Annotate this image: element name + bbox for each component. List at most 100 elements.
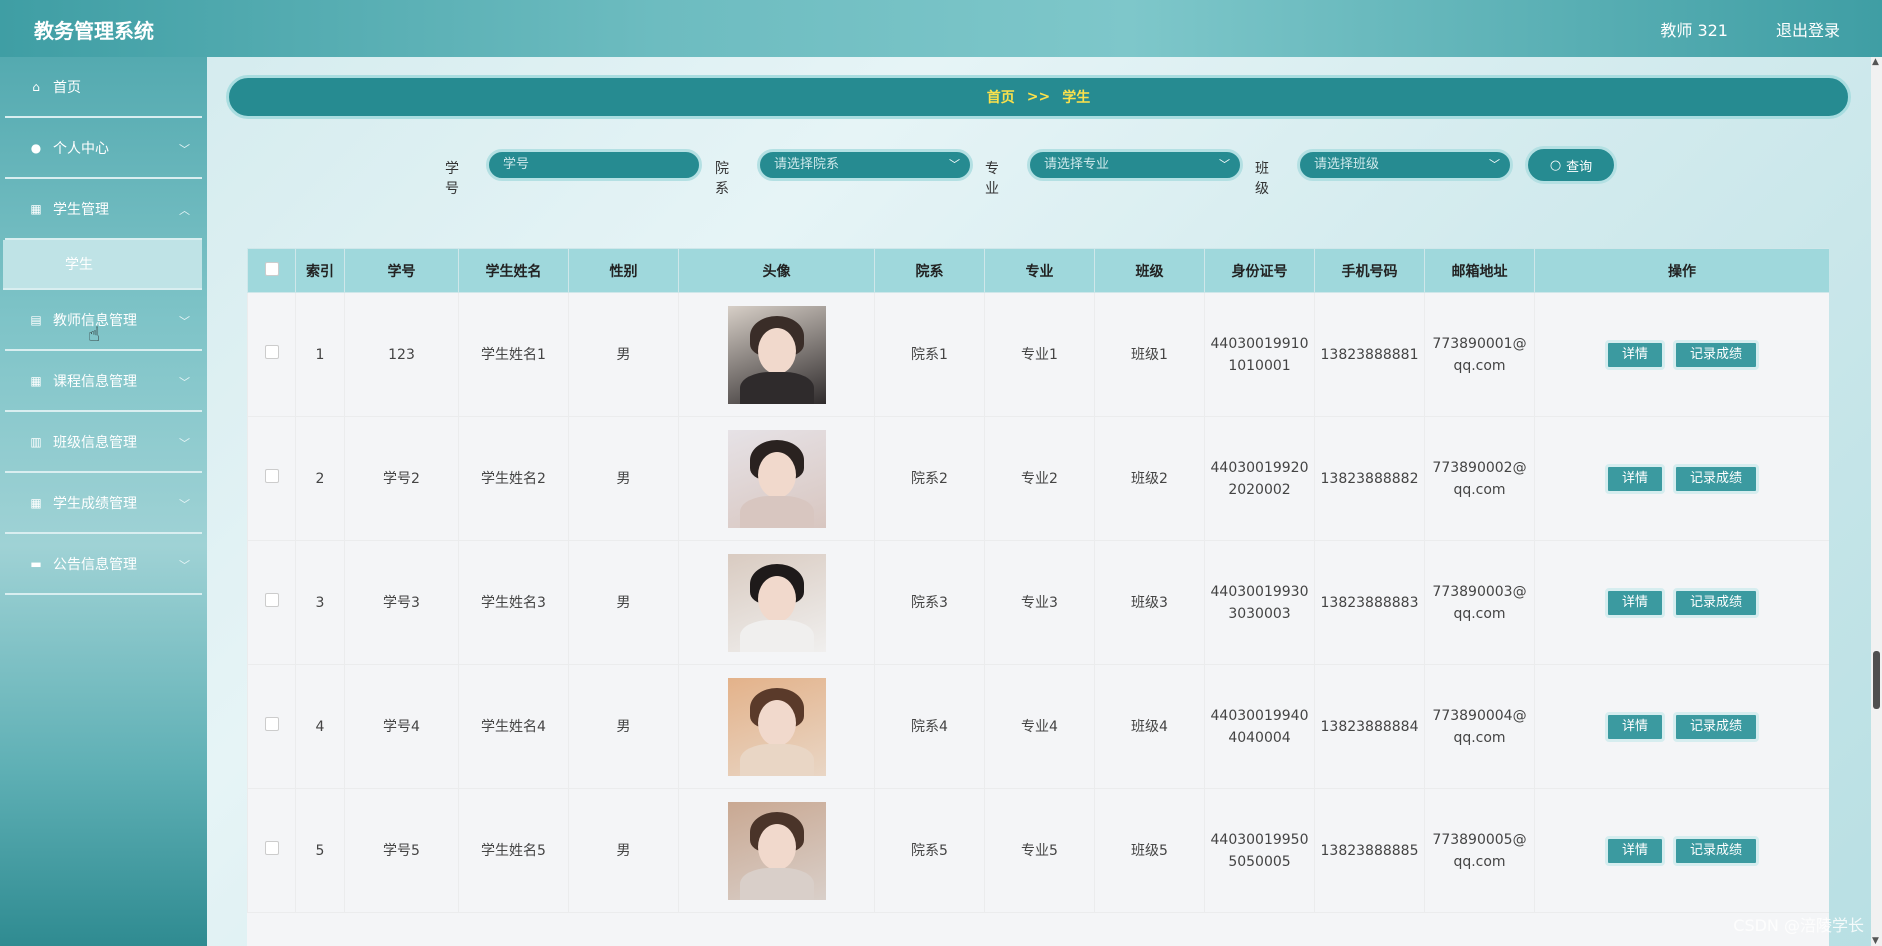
id-card-line2: 5050005 <box>1228 853 1291 870</box>
sidebar-item-announcements[interactable]: ▬ 公告信息管理 ﹀ <box>5 534 202 595</box>
header-actions: 操作 <box>1534 248 1829 293</box>
table-header-row: 索引 学号 学生姓名 性别 头像 院系 专业 班级 身份证号 手机号码 邮箱地址… <box>247 248 1829 293</box>
cell-gender: 男 <box>568 788 679 913</box>
grid-icon: ▦ <box>30 495 42 510</box>
sidebar-item-home[interactable]: ⌂ 首页 <box>5 57 202 118</box>
table-row: 3 学号3 学生姓名3 男 院系3 专业3 班级3 44030019930 3030003 138… <box>247 540 1829 665</box>
id-card-line2: 2020002 <box>1228 481 1291 498</box>
header-index: 索引 <box>295 248 345 293</box>
cell-class: 班级2 <box>1094 416 1205 541</box>
class-select-placeholder: 请选择班级 <box>1314 157 1380 172</box>
record-grade-button[interactable]: 记录成绩 <box>1673 463 1760 494</box>
dept-select[interactable]: 请选择院系 ﹀ <box>757 149 973 181</box>
email-line2: qq.com <box>1453 729 1506 746</box>
chevron-down-icon: ﹀ <box>1489 158 1500 171</box>
student-table: 索引 学号 学生姓名 性别 头像 院系 专业 班级 身份证号 手机号码 邮箱地址… <box>247 248 1829 946</box>
detail-button[interactable]: 详情 <box>1604 463 1665 494</box>
detail-button[interactable]: 详情 <box>1604 587 1665 618</box>
cell-student-name: 学生姓名4 <box>458 664 569 789</box>
sidebar-item-course-info[interactable]: ▦ 课程信息管理 ﹀ <box>5 351 202 412</box>
student-no-input[interactable]: 学号 <box>486 149 702 181</box>
id-card-line1: 44030019930 <box>1210 583 1309 600</box>
scroll-up-icon[interactable]: ▲ <box>1872 57 1879 67</box>
row-checkbox[interactable] <box>264 344 279 359</box>
row-select-cell[interactable] <box>247 416 296 541</box>
scrollbar-thumb[interactable] <box>1873 651 1880 709</box>
row-select-cell[interactable] <box>247 292 296 417</box>
cell-id-card: 44030019930 3030003 <box>1204 540 1315 665</box>
cell-actions: 详情 记录成绩 <box>1534 292 1829 417</box>
sidebar-item-label: 学生成绩管理 <box>53 495 137 512</box>
sidebar-item-personal-center[interactable]: ● 个人中心 ﹀ <box>5 118 202 179</box>
cell-gender: 男 <box>568 416 679 541</box>
cell-phone: 13823888884 <box>1314 664 1425 789</box>
row-select-cell[interactable] <box>247 664 296 789</box>
cell-student-no: 学号4 <box>344 664 459 789</box>
chevron-down-icon: ﹀ <box>179 376 190 389</box>
email-line1: 773890001@ <box>1432 335 1527 352</box>
page-scrollbar[interactable]: ▲ ▼ <box>1871 57 1882 946</box>
cell-id-card: 44030019920 2020002 <box>1204 416 1315 541</box>
header-email: 邮箱地址 <box>1424 248 1535 293</box>
row-select-cell[interactable] <box>247 788 296 913</box>
cell-index: 5 <box>295 788 345 913</box>
header-phone: 手机号码 <box>1314 248 1425 293</box>
class-select[interactable]: 请选择班级 ﹀ <box>1297 149 1513 181</box>
row-checkbox[interactable] <box>264 840 279 855</box>
chevron-up-icon: ︿ <box>179 204 190 217</box>
row-checkbox[interactable] <box>264 592 279 607</box>
record-grade-button[interactable]: 记录成绩 <box>1673 835 1760 866</box>
detail-button[interactable]: 详情 <box>1604 711 1665 742</box>
cell-actions: 详情 记录成绩 <box>1534 664 1829 789</box>
student-avatar <box>727 801 826 900</box>
row-checkbox[interactable] <box>264 468 279 483</box>
record-grade-button[interactable]: 记录成绩 <box>1673 711 1760 742</box>
cell-class: 班级4 <box>1094 664 1205 789</box>
cell-major: 专业3 <box>984 540 1095 665</box>
cell-student-name: 学生姓名1 <box>458 292 569 417</box>
sidebar-item-class-info[interactable]: ▥ 班级信息管理 ﹀ <box>5 412 202 473</box>
cell-phone: 13823888883 <box>1314 540 1425 665</box>
briefcase-icon: ▬ <box>30 556 42 571</box>
cell-student-no: 学号2 <box>344 416 459 541</box>
header-select-all[interactable] <box>247 248 296 293</box>
query-button[interactable]: ○ 查询 <box>1525 146 1617 184</box>
sidebar-subitem-student[interactable]: 学生 <box>3 240 202 290</box>
cell-phone: 13823888882 <box>1314 416 1425 541</box>
cell-avatar <box>678 416 875 541</box>
email-line1: 773890003@ <box>1432 583 1527 600</box>
detail-button[interactable]: 详情 <box>1604 835 1665 866</box>
chevron-down-icon: ﹀ <box>1219 158 1230 171</box>
sidebar-item-student-management[interactable]: ▦ 学生管理 ︿ <box>5 179 202 240</box>
scroll-down-icon[interactable]: ▼ <box>1872 936 1879 946</box>
select-all-checkbox[interactable] <box>264 261 279 276</box>
grid-icon: ▦ <box>30 201 42 216</box>
sidebar-item-grades[interactable]: ▦ 学生成绩管理 ﹀ <box>5 473 202 534</box>
major-select[interactable]: 请选择专业 ﹀ <box>1027 149 1243 181</box>
cell-student-no: 学号5 <box>344 788 459 913</box>
detail-button[interactable]: 详情 <box>1604 339 1665 370</box>
email-line1: 773890005@ <box>1432 831 1527 848</box>
grid-icon: ▦ <box>30 373 42 388</box>
cell-phone: 13823888881 <box>1314 292 1425 417</box>
record-grade-button[interactable]: 记录成绩 <box>1673 587 1760 618</box>
breadcrumb-home[interactable]: 首页 <box>987 87 1015 107</box>
logout-link[interactable]: 退出登录 <box>1776 17 1840 41</box>
record-grade-button[interactable]: 记录成绩 <box>1673 339 1760 370</box>
id-card-line1: 44030019940 <box>1210 707 1309 724</box>
cell-student-no: 123 <box>344 292 459 417</box>
row-checkbox[interactable] <box>264 716 279 731</box>
row-select-cell[interactable] <box>247 540 296 665</box>
header-gender: 性别 <box>568 248 679 293</box>
id-card-line2: 1010001 <box>1228 357 1291 374</box>
cell-student-name: 学生姓名3 <box>458 540 569 665</box>
sidebar-item-teacher-info[interactable]: ▤ 教师信息管理 ﹀ <box>5 290 202 351</box>
table-row: 2 学号2 学生姓名2 男 院系2 专业2 班级2 44030019920 2020002 138… <box>247 416 1829 541</box>
cell-class: 班级3 <box>1094 540 1205 665</box>
top-bar: 教务管理系统 教师 321 退出登录 <box>0 0 1882 57</box>
sidebar-subitem-label: 学生 <box>65 257 93 273</box>
email-line2: qq.com <box>1453 357 1506 374</box>
cell-major: 专业4 <box>984 664 1095 789</box>
cell-index: 3 <box>295 540 345 665</box>
query-button-label: 查询 <box>1566 159 1593 175</box>
